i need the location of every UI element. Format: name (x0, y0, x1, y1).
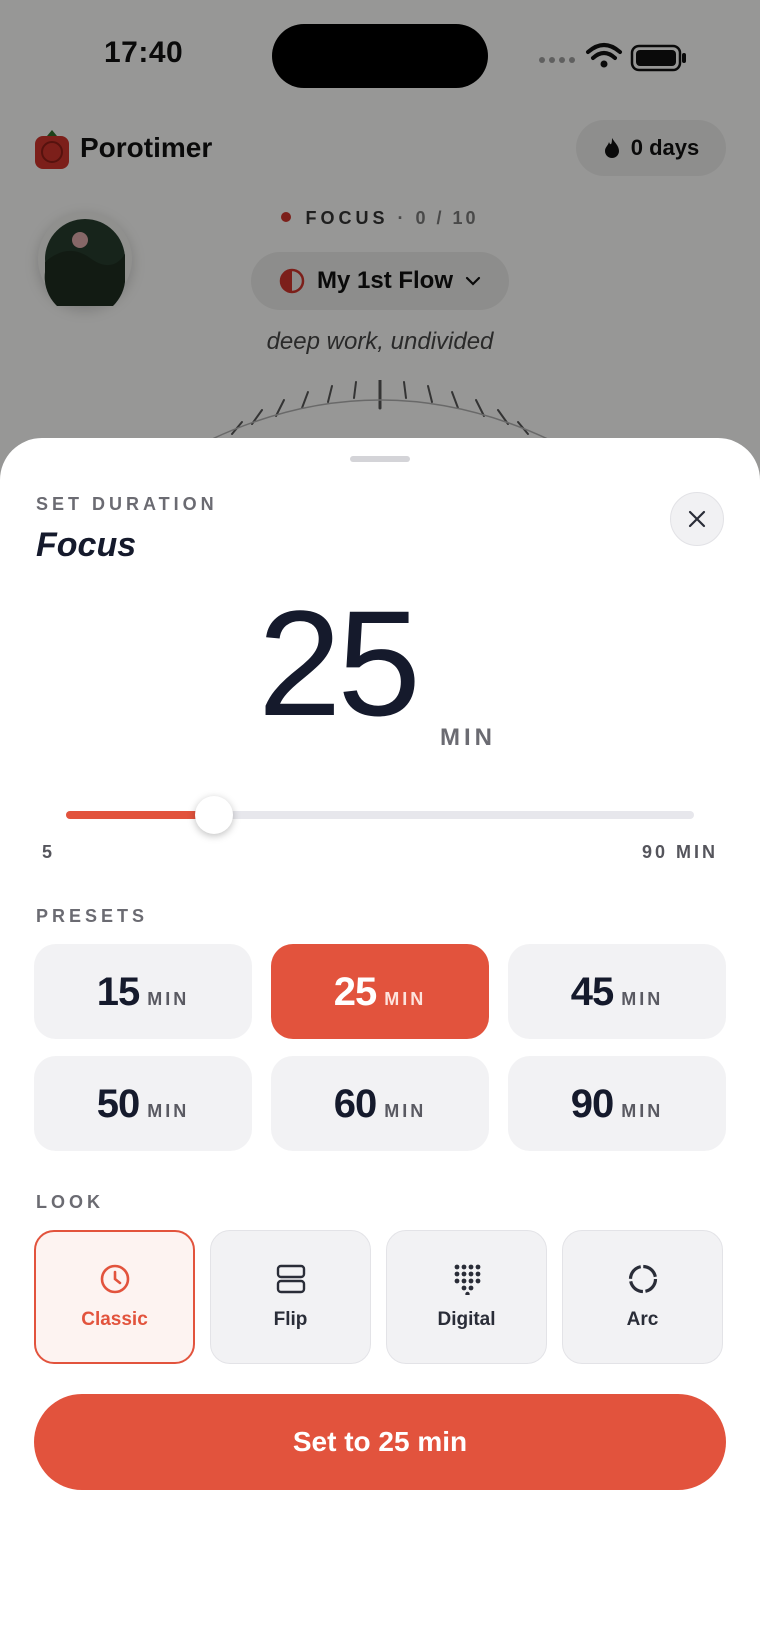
preset-unit: MIN (621, 1101, 664, 1121)
look-label-classic: Classic (81, 1309, 148, 1330)
presets-label: PRESETS (36, 906, 149, 926)
preset-button[interactable]: 50 MIN (34, 1056, 252, 1151)
duration-sheet: SET DURATION Focus 25 MIN 5 90 MIN PRESE… (0, 438, 760, 1651)
set-duration-button[interactable]: Set to 25 min (34, 1394, 726, 1490)
preset-button[interactable]: 15 MIN (34, 944, 252, 1039)
duration-slider[interactable] (66, 796, 694, 836)
sheet-title: Focus (36, 526, 137, 564)
look-option-classic[interactable]: Classic (34, 1230, 195, 1364)
slider-fill (66, 811, 214, 819)
look-label-digital: Digital (437, 1309, 496, 1330)
presets-grid: 15 MIN 25 MIN 45 MIN 50 MIN 60 MIN 90 MIN (34, 944, 726, 1151)
look-option-arc[interactable]: Arc (562, 1230, 723, 1364)
clock-icon (100, 1264, 129, 1294)
digital-dots-icon (454, 1264, 480, 1295)
preset-unit: MIN (384, 989, 427, 1009)
look-option-flip[interactable]: Flip (210, 1230, 371, 1364)
preset-value: 25 (333, 970, 377, 1014)
preset-value: 45 (570, 970, 614, 1014)
close-button[interactable] (670, 492, 724, 546)
preset-value: 90 (570, 1082, 614, 1126)
preset-unit: MIN (384, 1101, 427, 1121)
duration-value: 25 (258, 579, 421, 747)
preset-unit: MIN (147, 989, 190, 1009)
preset-unit: MIN (147, 1101, 190, 1121)
look-label: LOOK (36, 1192, 104, 1212)
slider-thumb[interactable] (195, 796, 233, 834)
preset-button[interactable]: 60 MIN (271, 1056, 489, 1151)
sheet-grabber[interactable] (350, 456, 410, 462)
look-label-flip: Flip (273, 1309, 308, 1330)
preset-unit: MIN (621, 989, 664, 1009)
close-icon (688, 510, 706, 528)
duration-unit: MIN (440, 724, 496, 751)
preset-button[interactable]: 25 MIN (271, 944, 489, 1039)
preset-value: 60 (333, 1082, 377, 1126)
look-option-digital[interactable]: Digital (386, 1230, 547, 1364)
preset-button[interactable]: 45 MIN (508, 944, 726, 1039)
preset-value: 15 (96, 970, 140, 1014)
slider-min-label: 5 (42, 842, 55, 862)
preset-value: 50 (96, 1082, 140, 1126)
preset-button[interactable]: 90 MIN (508, 1056, 726, 1151)
flip-icon (276, 1264, 305, 1294)
arc-icon (628, 1264, 657, 1294)
look-label-arc: Arc (626, 1309, 659, 1330)
sheet-overline: SET DURATION (36, 494, 218, 514)
look-options: Classic Flip Digital Arc (34, 1230, 726, 1364)
slider-max-label: 90 MIN (641, 842, 718, 862)
